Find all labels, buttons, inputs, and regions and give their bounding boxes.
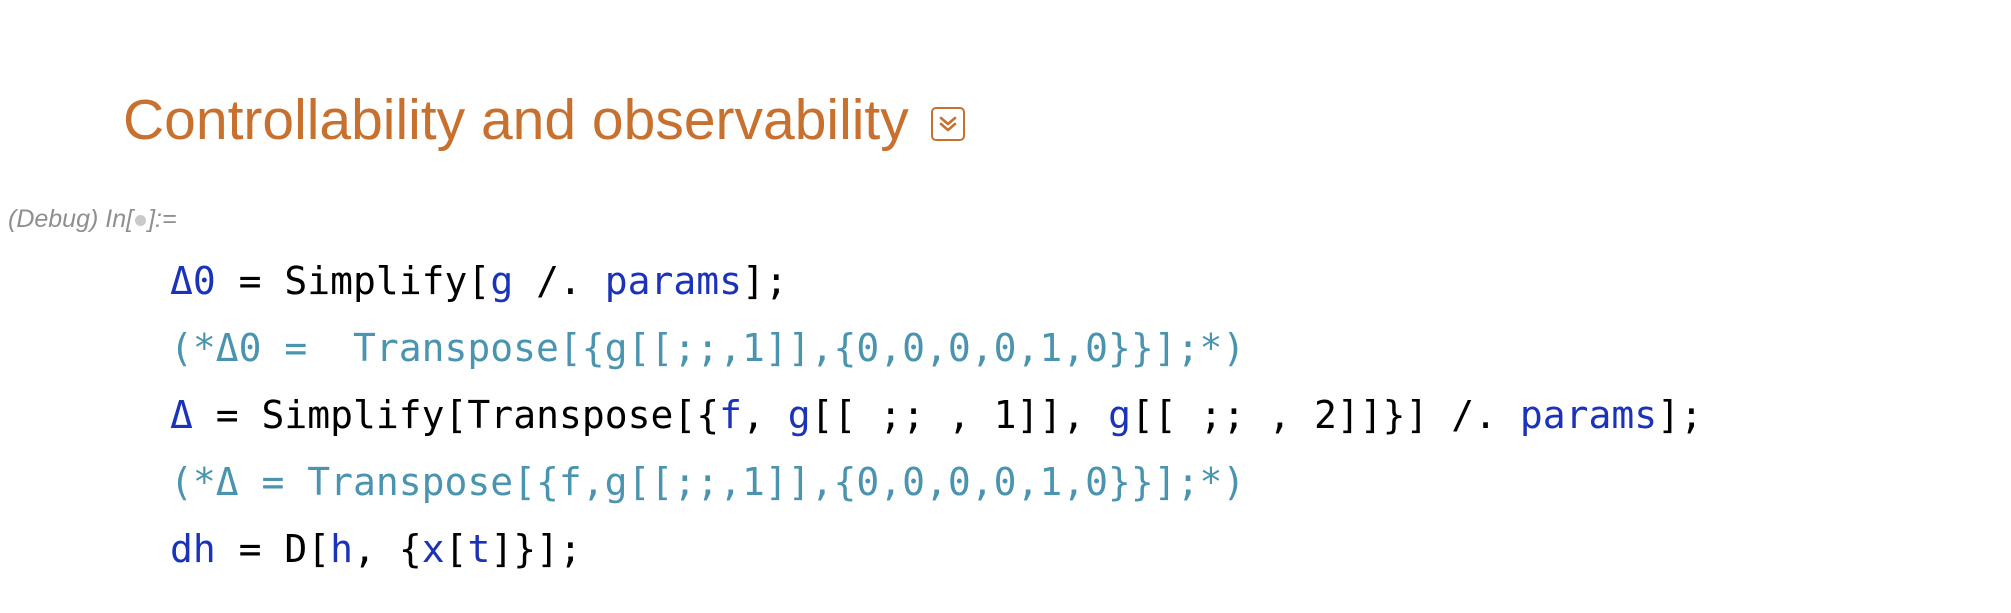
- code-token: ];: [742, 259, 788, 303]
- code-token: Δ0: [170, 259, 216, 303]
- code-token: (*Δ = Transpose[{f,g[[;;,1]],{0,0,0,0,1,…: [170, 460, 1246, 504]
- code-token: ]}];: [490, 527, 582, 571]
- code-token: =: [215, 259, 285, 303]
- code-token: =: [215, 527, 285, 571]
- code-token: D[: [284, 527, 331, 571]
- code-token: f: [719, 393, 742, 437]
- code-token: ,: [741, 393, 788, 437]
- code-token: t: [467, 527, 491, 571]
- section-heading: Controllability and observability: [123, 80, 965, 160]
- code-line[interactable]: (*Δ0 = Transpose[{g[[;;,1]],{0,0,0,0,1,0…: [170, 315, 1703, 382]
- cell-number-placeholder-icon: [135, 214, 147, 226]
- double-chevron-svg: [939, 116, 957, 132]
- code-token: [[ ;; , 1]],: [810, 393, 1109, 437]
- code-token: Δ: [170, 393, 193, 437]
- code-line[interactable]: (*Δ = Transpose[{f,g[[;;,1]],{0,0,0,0,1,…: [170, 449, 1703, 516]
- code-token: x: [421, 527, 445, 571]
- code-line[interactable]: dh = D[h, {x[t]}];: [170, 516, 1703, 583]
- double-chevron-down-icon[interactable]: [930, 107, 965, 141]
- code-token: h: [330, 527, 354, 571]
- cell-label-prefix: (Debug) In[: [8, 205, 134, 233]
- cell-label-suffix: ]:=: [148, 205, 177, 233]
- input-cell-code[interactable]: Δ0 = Simplify[g /. params]; (*Δ0 = Transp…: [170, 248, 1703, 583]
- code-token: (*Δ0 = Transpose[{g[[;;,1]],{0,0,0,0,1,0…: [170, 326, 1246, 370]
- code-token: g: [787, 393, 811, 437]
- code-token: g: [1108, 393, 1131, 437]
- code-token: params: [1519, 393, 1658, 437]
- cell-input-label: (Debug) In[ ]:=: [8, 205, 177, 234]
- code-token: [: [444, 527, 468, 571]
- code-token: ];: [1657, 393, 1703, 437]
- code-token: dh: [170, 527, 216, 571]
- code-line[interactable]: Δ0 = Simplify[g /. params];: [170, 248, 1703, 315]
- code-token: [[ ;; , 2]]}] /.: [1130, 393, 1520, 437]
- code-line[interactable]: Δ = Simplify[Transpose[{f, g[[ ;; , 1]],…: [170, 382, 1703, 449]
- code-token: , {: [353, 527, 422, 571]
- code-token: Simplify[: [284, 259, 491, 303]
- code-token: params: [604, 259, 742, 303]
- code-token: /.: [513, 259, 605, 303]
- code-token: g: [490, 259, 514, 303]
- section-title-text: Controllability and observability: [123, 88, 909, 152]
- code-token: =: [192, 393, 262, 437]
- code-token: Simplify[Transpose[{: [261, 393, 720, 437]
